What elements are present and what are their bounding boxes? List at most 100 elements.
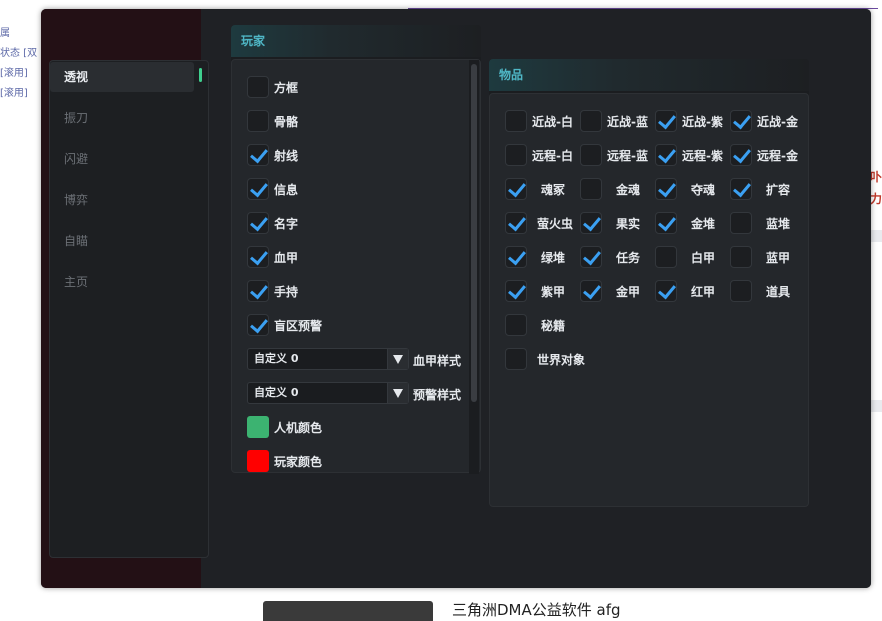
checkbox[interactable] bbox=[247, 280, 269, 302]
checkbox[interactable] bbox=[730, 280, 752, 302]
checkbox[interactable] bbox=[580, 110, 602, 132]
checkbox[interactable] bbox=[580, 246, 602, 268]
sidebar-item-aimbot[interactable]: 自瞄 bbox=[50, 226, 194, 256]
dropdown-arrow-box[interactable] bbox=[387, 349, 408, 369]
checkbox[interactable] bbox=[505, 348, 527, 370]
item-option[interactable]: 近战-蓝 bbox=[580, 110, 648, 132]
item-option-label: 金魂 bbox=[616, 182, 641, 197]
sidebar-item-esp[interactable]: 透视 bbox=[50, 62, 194, 92]
item-option-label: 近战-白 bbox=[532, 114, 573, 129]
player-panel-title: 玩家 bbox=[231, 25, 481, 57]
item-option-label: 近战-金 bbox=[757, 114, 798, 129]
armor-style-label: 血甲样式 bbox=[413, 354, 462, 368]
item-option[interactable]: 金堆 bbox=[655, 212, 715, 234]
checkbox[interactable] bbox=[580, 280, 602, 302]
checkbox[interactable] bbox=[505, 246, 527, 268]
item-option[interactable]: 金魂 bbox=[580, 178, 640, 200]
item-option[interactable]: 世界对象 bbox=[505, 348, 585, 370]
checkbox[interactable] bbox=[730, 212, 752, 234]
player-option[interactable]: 手持 bbox=[247, 280, 298, 302]
player-option[interactable]: 盲区预警 bbox=[247, 314, 322, 336]
dropdown-arrow-box[interactable] bbox=[387, 383, 408, 403]
item-option[interactable]: 道具 bbox=[730, 280, 790, 302]
item-option[interactable]: 白甲 bbox=[655, 246, 715, 268]
sidebar-item-parry[interactable]: 振刀 bbox=[50, 103, 194, 133]
checkbox[interactable] bbox=[247, 76, 269, 98]
sidebar-item-home[interactable]: 主页 bbox=[50, 267, 194, 297]
checkbox[interactable] bbox=[655, 144, 677, 166]
item-option-label: 远程-蓝 bbox=[607, 148, 648, 163]
player-panel-scrollbar[interactable] bbox=[469, 60, 479, 474]
checkbox[interactable] bbox=[580, 144, 602, 166]
checkbox[interactable] bbox=[655, 178, 677, 200]
background-right-text: 卟 bbox=[870, 170, 882, 184]
checkbox[interactable] bbox=[655, 212, 677, 234]
item-option[interactable]: 远程-紫 bbox=[655, 144, 723, 166]
sidebar-item-gamble[interactable]: 博弈 bbox=[50, 185, 194, 215]
player-option-label: 名字 bbox=[274, 216, 299, 231]
item-option[interactable]: 绿堆 bbox=[505, 246, 565, 268]
checkbox[interactable] bbox=[730, 144, 752, 166]
item-option-label: 蓝甲 bbox=[766, 250, 791, 265]
player-option[interactable]: 骨骼 bbox=[247, 110, 298, 132]
item-option[interactable]: 近战-紫 bbox=[655, 110, 723, 132]
item-option-label: 夺魂 bbox=[691, 182, 716, 197]
checkbox[interactable] bbox=[730, 110, 752, 132]
item-option[interactable]: 萤火虫 bbox=[505, 212, 573, 234]
sidebar-item-dodge[interactable]: 闪避 bbox=[50, 144, 194, 174]
checkmark-icon bbox=[508, 246, 526, 266]
item-option[interactable]: 金甲 bbox=[580, 280, 640, 302]
armor-style-dropdown[interactable]: 自定义 0 bbox=[247, 348, 409, 370]
checkbox[interactable] bbox=[505, 178, 527, 200]
scrollbar-thumb[interactable] bbox=[471, 64, 477, 402]
item-option[interactable]: 魂冢 bbox=[505, 178, 565, 200]
player-color-swatch[interactable] bbox=[247, 450, 269, 472]
bot-color-swatch[interactable] bbox=[247, 416, 269, 438]
checkbox[interactable] bbox=[247, 178, 269, 200]
checkbox[interactable] bbox=[655, 246, 677, 268]
item-option[interactable]: 夺魂 bbox=[655, 178, 715, 200]
player-option[interactable]: 射线 bbox=[247, 144, 298, 166]
checkbox[interactable] bbox=[247, 110, 269, 132]
checkbox[interactable] bbox=[580, 178, 602, 200]
item-option-label: 扩容 bbox=[766, 182, 791, 197]
player-option[interactable]: 血甲 bbox=[247, 246, 298, 268]
checkbox[interactable] bbox=[505, 280, 527, 302]
checkbox[interactable] bbox=[505, 314, 527, 336]
checkbox[interactable] bbox=[247, 144, 269, 166]
item-option[interactable]: 远程-金 bbox=[730, 144, 798, 166]
player-option[interactable]: 名字 bbox=[247, 212, 298, 234]
item-option[interactable]: 扩容 bbox=[730, 178, 790, 200]
checkbox[interactable] bbox=[247, 246, 269, 268]
item-option[interactable]: 远程-白 bbox=[505, 144, 573, 166]
checkbox[interactable] bbox=[730, 246, 752, 268]
checkbox[interactable] bbox=[655, 110, 677, 132]
item-option-label: 金堆 bbox=[691, 216, 716, 231]
item-option[interactable]: 蓝堆 bbox=[730, 212, 790, 234]
item-option[interactable]: 红甲 bbox=[655, 280, 715, 302]
item-option[interactable]: 远程-蓝 bbox=[580, 144, 648, 166]
checkbox[interactable] bbox=[655, 280, 677, 302]
items-panel-title: 物品 bbox=[489, 59, 809, 91]
checkbox[interactable] bbox=[247, 314, 269, 336]
item-option[interactable]: 蓝甲 bbox=[730, 246, 790, 268]
item-option[interactable]: 紫甲 bbox=[505, 280, 565, 302]
checkmark-icon bbox=[583, 212, 601, 232]
checkbox[interactable] bbox=[247, 212, 269, 234]
player-option[interactable]: 信息 bbox=[247, 178, 298, 200]
items-panel: 物品 近战-白 近战-蓝 近战-紫 近战-金远程-白 远程-蓝 远程-紫 远程-金魂冢 金魂 夺… bbox=[489, 59, 809, 507]
checkbox[interactable] bbox=[580, 212, 602, 234]
item-option[interactable]: 秘籍 bbox=[505, 314, 565, 336]
checkbox[interactable] bbox=[505, 144, 527, 166]
item-option[interactable]: 近战-金 bbox=[730, 110, 798, 132]
checkbox[interactable] bbox=[730, 178, 752, 200]
player-option[interactable]: 方框 bbox=[247, 76, 298, 98]
checkbox[interactable] bbox=[505, 110, 527, 132]
item-option[interactable]: 近战-白 bbox=[505, 110, 573, 132]
item-option[interactable]: 果实 bbox=[580, 212, 640, 234]
warning-style-dropdown[interactable]: 自定义 0 bbox=[247, 382, 409, 404]
background-article-title[interactable]: 三角洲DMA公益软件 afg bbox=[452, 599, 621, 620]
item-option[interactable]: 任务 bbox=[580, 246, 640, 268]
item-option-label: 白甲 bbox=[691, 250, 716, 265]
checkbox[interactable] bbox=[505, 212, 527, 234]
